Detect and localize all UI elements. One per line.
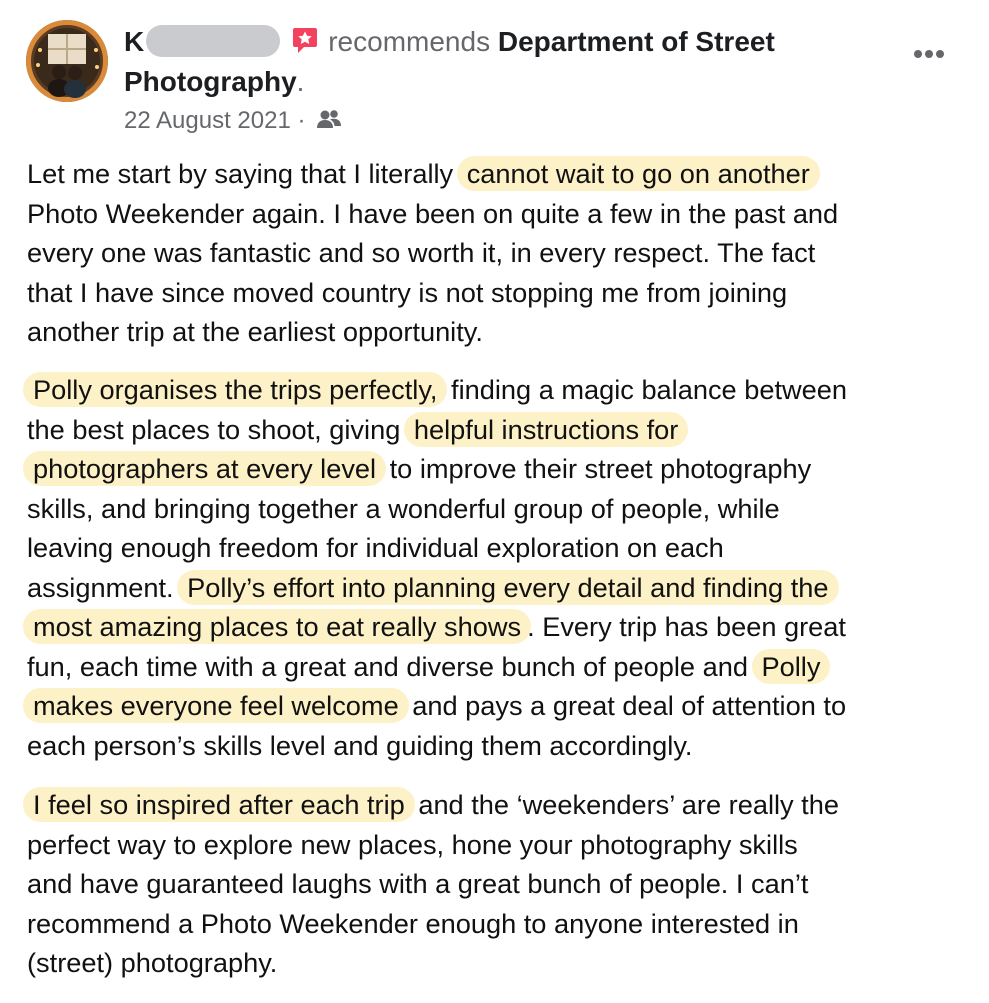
header-period: . — [296, 66, 305, 97]
highlight: most amazing places to eat really shows — [23, 609, 532, 644]
highlight: Polly — [751, 648, 831, 684]
review-paragraph-2: Polly organises the trips perfectly, fin… — [23, 370, 847, 765]
highlight: makes everyone feel welcome — [23, 688, 409, 723]
meta-separator: · — [297, 107, 306, 134]
highlight: photographers at every level — [23, 451, 387, 486]
highlight: Polly organises the trips perfectly, — [23, 372, 448, 407]
more-options-button[interactable] — [910, 42, 950, 66]
profile-photo — [26, 20, 108, 102]
post-meta: 22 August 2021 · — [124, 104, 342, 138]
recommends-label: recommends — [328, 26, 491, 57]
redacted-name — [146, 25, 281, 57]
friends-icon — [317, 110, 342, 128]
star-badge-icon — [290, 25, 320, 55]
highlight: I feel so inspired after each trip — [23, 787, 415, 822]
more-options-icon — [914, 50, 944, 58]
highlight: Polly’s effort into planning every detai… — [177, 569, 839, 605]
avatar[interactable] — [26, 20, 108, 102]
review-paragraph-3: I feel so inspired after each trip and t… — [23, 785, 839, 983]
author-name[interactable]: K — [124, 25, 281, 57]
highlight: helpful instructions for — [403, 411, 689, 447]
post-header: Krecommends Department of Street Photogr… — [124, 22, 914, 102]
highlight: cannot wait to go on another — [456, 156, 820, 191]
review-paragraph-1: Let me start by saying that I literally … — [27, 156, 839, 347]
post-date[interactable]: 22 August 2021 — [124, 107, 291, 134]
